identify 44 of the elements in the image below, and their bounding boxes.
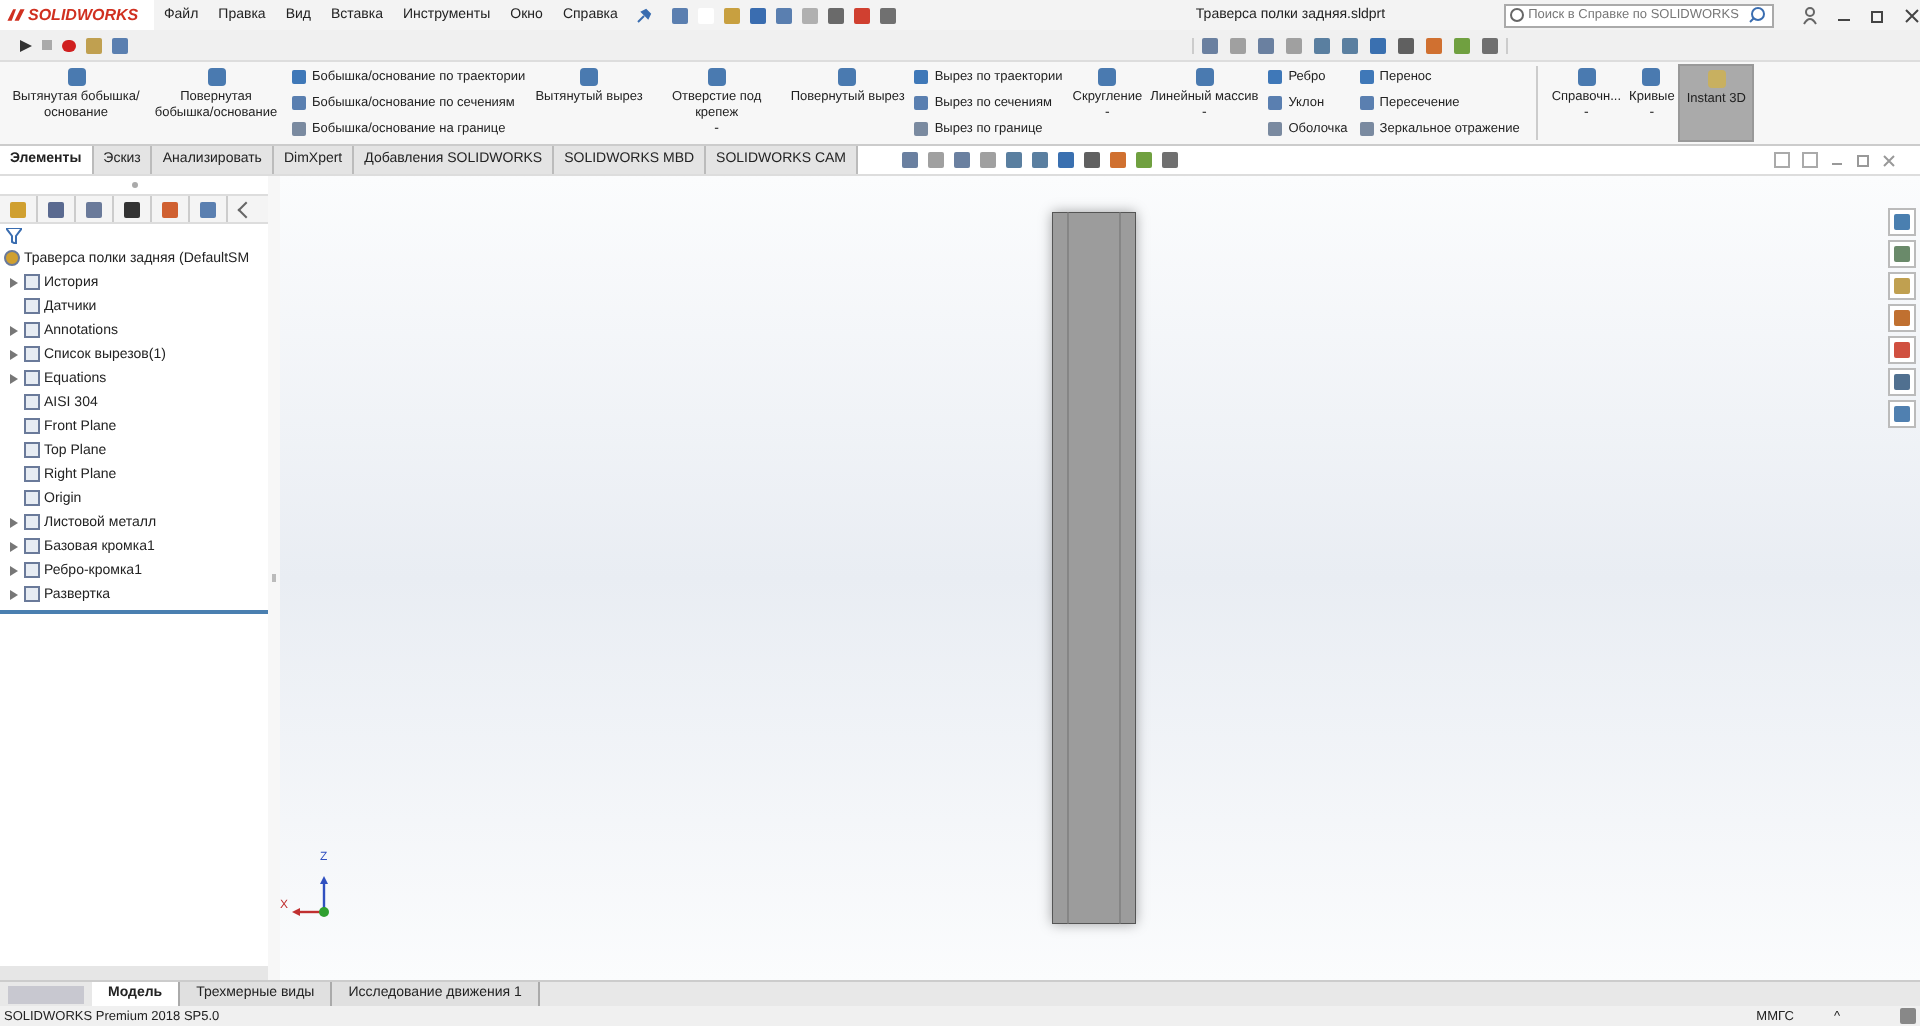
close-icon[interactable] bbox=[1904, 7, 1920, 23]
expand-arrow-icon[interactable] bbox=[9, 565, 17, 575]
feature-icon bbox=[1098, 68, 1117, 86]
ds-logo-icon bbox=[6, 6, 26, 24]
tile-icon[interactable] bbox=[1802, 152, 1818, 168]
filter-icon[interactable] bbox=[6, 227, 22, 243]
expand-arrow-icon[interactable] bbox=[9, 373, 17, 383]
expand-arrow-icon[interactable] bbox=[9, 589, 17, 599]
feature-icon bbox=[580, 68, 598, 86]
task-pane-tab[interactable] bbox=[1888, 336, 1916, 364]
search-icon[interactable] bbox=[1748, 6, 1767, 24]
expand-arrow-icon[interactable] bbox=[9, 349, 17, 359]
expand-arrow-icon[interactable] bbox=[9, 277, 17, 287]
task-pane-tab[interactable] bbox=[1888, 240, 1916, 268]
expand-arrow-icon[interactable] bbox=[9, 517, 17, 527]
grip-handle[interactable] bbox=[131, 182, 137, 188]
splitter-handle[interactable] bbox=[272, 574, 276, 582]
scrollbar[interactable] bbox=[0, 966, 268, 980]
feature-icon bbox=[207, 68, 225, 86]
tile-icon[interactable] bbox=[1774, 152, 1790, 168]
feature-icon bbox=[1642, 68, 1661, 86]
task-pane-tab[interactable] bbox=[1888, 400, 1916, 428]
task-pane-tab[interactable] bbox=[1888, 272, 1916, 300]
feature-icon bbox=[1577, 68, 1596, 86]
pin-icon[interactable] bbox=[635, 7, 652, 23]
play-icon[interactable] bbox=[20, 39, 32, 51]
document-icon[interactable] bbox=[86, 37, 102, 53]
expand-arrow-icon[interactable] bbox=[9, 325, 17, 335]
task-pane-tab[interactable] bbox=[1888, 304, 1916, 332]
app-logo: SOLIDWORKS bbox=[28, 6, 139, 24]
record-icon[interactable] bbox=[62, 39, 76, 51]
part-icon bbox=[4, 250, 20, 266]
feature-icon bbox=[1195, 68, 1214, 86]
expand-arrow-icon[interactable] bbox=[9, 541, 17, 551]
user-icon[interactable] bbox=[1802, 5, 1818, 25]
feature-icon bbox=[67, 68, 85, 86]
restore-icon[interactable] bbox=[1870, 7, 1886, 23]
help-icon[interactable] bbox=[1510, 8, 1525, 22]
feature-icon bbox=[838, 68, 857, 86]
feature-icon bbox=[1707, 70, 1726, 88]
task-pane-tab[interactable] bbox=[1888, 208, 1916, 236]
feature-icon bbox=[707, 68, 726, 86]
task-pane-tab[interactable] bbox=[1888, 368, 1916, 396]
edit-icon[interactable] bbox=[112, 37, 128, 53]
